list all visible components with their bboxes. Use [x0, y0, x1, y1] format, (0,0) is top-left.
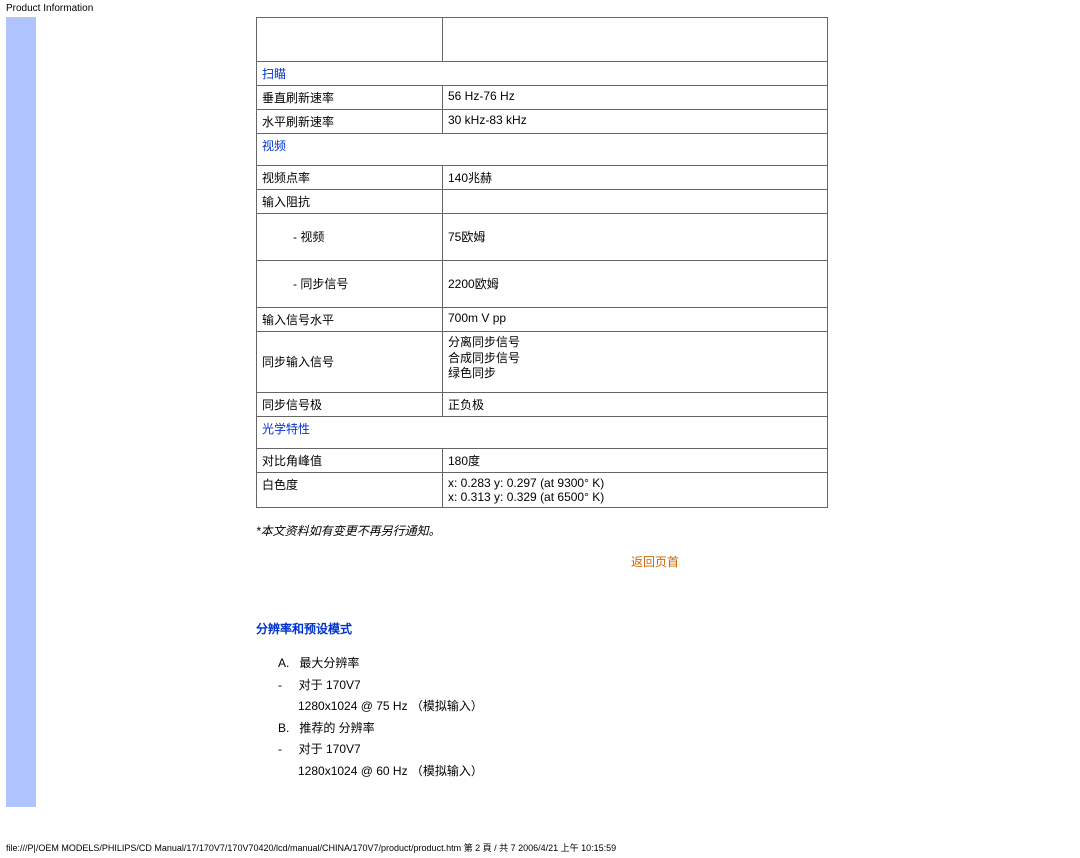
- spec-label: - 视频: [257, 214, 443, 261]
- spec-value: 700m V pp: [443, 308, 828, 332]
- spec-label: 白色度: [257, 473, 443, 508]
- spec-label: 垂直刷新速率: [257, 86, 443, 110]
- spec-value: x: 0.283 y: 0.297 (at 9300° K) x: 0.313 …: [443, 473, 828, 508]
- list-item: 1280x1024 @ 75 Hz （模拟输入）: [278, 696, 1054, 718]
- resolution-heading: 分辨率和预设模式: [256, 620, 1054, 637]
- section-header-scan: 扫瞄: [257, 62, 828, 86]
- list-item: - 对于 170V7: [278, 739, 1054, 761]
- content-wrapper: 扫瞄 垂直刷新速率 56 Hz-76 Hz 水平刷新速率 30 kHz-83 k…: [0, 17, 1080, 807]
- spec-label: 水平刷新速率: [257, 110, 443, 134]
- spec-value: 56 Hz-76 Hz: [443, 86, 828, 110]
- spec-value: 30 kHz-83 kHz: [443, 110, 828, 134]
- list-item: B. 推荐的 分辨率: [278, 718, 1054, 740]
- resolution-list: A. 最大分辨率 - 对于 170V7 1280x1024 @ 75 Hz （模…: [256, 653, 1054, 783]
- spec-value: 2200欧姆: [443, 261, 828, 308]
- empty-cell: [443, 18, 828, 62]
- back-to-top-link[interactable]: 返回页首: [256, 553, 1054, 570]
- empty-cell: [257, 18, 443, 62]
- main-content: 扫瞄 垂直刷新速率 56 Hz-76 Hz 水平刷新速率 30 kHz-83 k…: [46, 17, 1074, 807]
- spec-label: 同步输入信号: [257, 332, 443, 393]
- list-item: A. 最大分辨率: [278, 653, 1054, 675]
- spec-label: 输入阻抗: [257, 190, 443, 214]
- spec-label: - 同步信号: [257, 261, 443, 308]
- spec-label: 输入信号水平: [257, 308, 443, 332]
- spec-label: 同步信号极: [257, 393, 443, 417]
- specification-table: 扫瞄 垂直刷新速率 56 Hz-76 Hz 水平刷新速率 30 kHz-83 k…: [256, 17, 828, 508]
- spec-value: 75欧姆: [443, 214, 828, 261]
- change-note: *本文资料如有变更不再另行通知。: [256, 522, 1054, 539]
- list-item: - 对于 170V7: [278, 675, 1054, 697]
- spec-value: 180度: [443, 449, 828, 473]
- spec-value: 140兆赫: [443, 166, 828, 190]
- footer-file-path: file:///P|/OEM MODELS/PHILIPS/CD Manual/…: [0, 837, 1080, 858]
- list-item: 1280x1024 @ 60 Hz （模拟输入）: [278, 761, 1054, 783]
- section-header-video: 视频: [257, 134, 828, 166]
- left-sidebar-stripe: [6, 17, 36, 807]
- spec-value: 分离同步信号 合成同步信号 绿色同步: [443, 332, 828, 393]
- section-header-optics: 光学特性: [257, 417, 828, 449]
- spec-label: 对比角峰值: [257, 449, 443, 473]
- page-title-header: Product Information: [0, 0, 1080, 17]
- spec-value: 正负极: [443, 393, 828, 417]
- spec-value: [443, 190, 828, 214]
- spec-label: 视频点率: [257, 166, 443, 190]
